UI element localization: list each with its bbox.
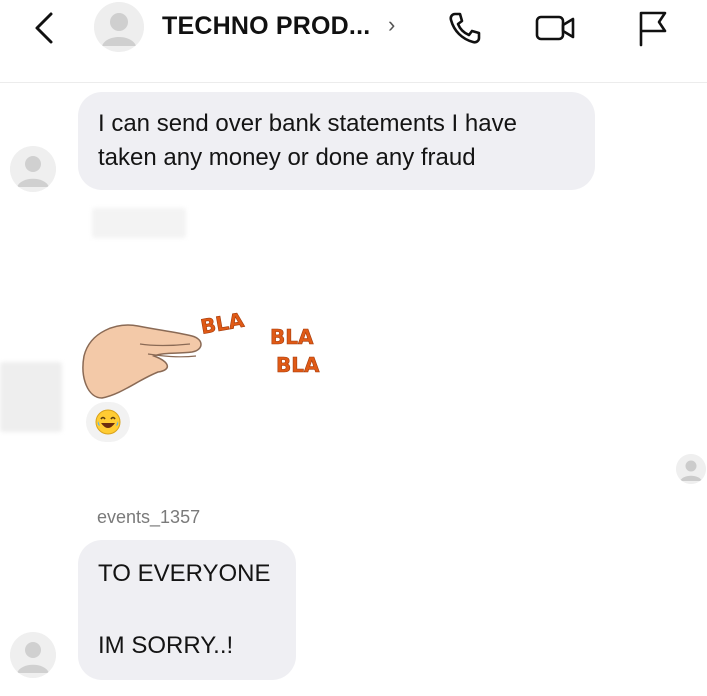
message-text-line: I can send over bank statements I have [98, 110, 517, 137]
default-avatar-icon [10, 632, 56, 678]
seen-avatar [676, 454, 706, 484]
video-camera-icon [535, 15, 575, 41]
default-avatar-icon [676, 454, 706, 484]
message-bubble[interactable]: TO EVERYONE IM SORRY..! [78, 540, 296, 680]
call-button[interactable] [442, 6, 486, 50]
sender-avatar[interactable] [10, 632, 56, 678]
default-avatar-icon [94, 2, 144, 52]
talking-hand-icon [82, 324, 202, 399]
message-text-line: TO EVERYONE [98, 560, 271, 587]
message-text-line: taken any money or done any fraud [98, 144, 476, 171]
sticker-word: BLA [276, 353, 320, 377]
sticker-word: BLA [270, 325, 314, 349]
back-button[interactable] [24, 8, 64, 48]
contact-avatar[interactable] [94, 2, 144, 52]
sender-avatar[interactable] [10, 146, 56, 192]
message-reaction[interactable] [86, 402, 130, 442]
blurred-avatar [0, 362, 62, 432]
bla-bla-sticker[interactable]: BLA BLA BLA [78, 292, 348, 402]
report-button[interactable] [630, 6, 674, 50]
chat-title[interactable]: TECHNO PROD... [162, 12, 370, 41]
title-chevron-icon[interactable]: › [388, 12, 395, 38]
message-bubble[interactable]: I can send over bank statements I have t… [78, 92, 595, 190]
chat-header: TECHNO PROD... › [0, 0, 707, 83]
back-chevron-icon [35, 12, 53, 44]
sticker-word: BLA [199, 308, 246, 339]
flag-icon [639, 11, 667, 47]
blurred-content [92, 208, 186, 238]
sender-name: events_1357 [97, 507, 201, 527]
default-avatar-icon [10, 146, 56, 192]
phone-icon [449, 12, 481, 44]
video-call-button[interactable] [534, 6, 578, 50]
laughing-emoji-icon [95, 409, 121, 435]
message-text-line: IM SORRY..! [98, 632, 234, 659]
